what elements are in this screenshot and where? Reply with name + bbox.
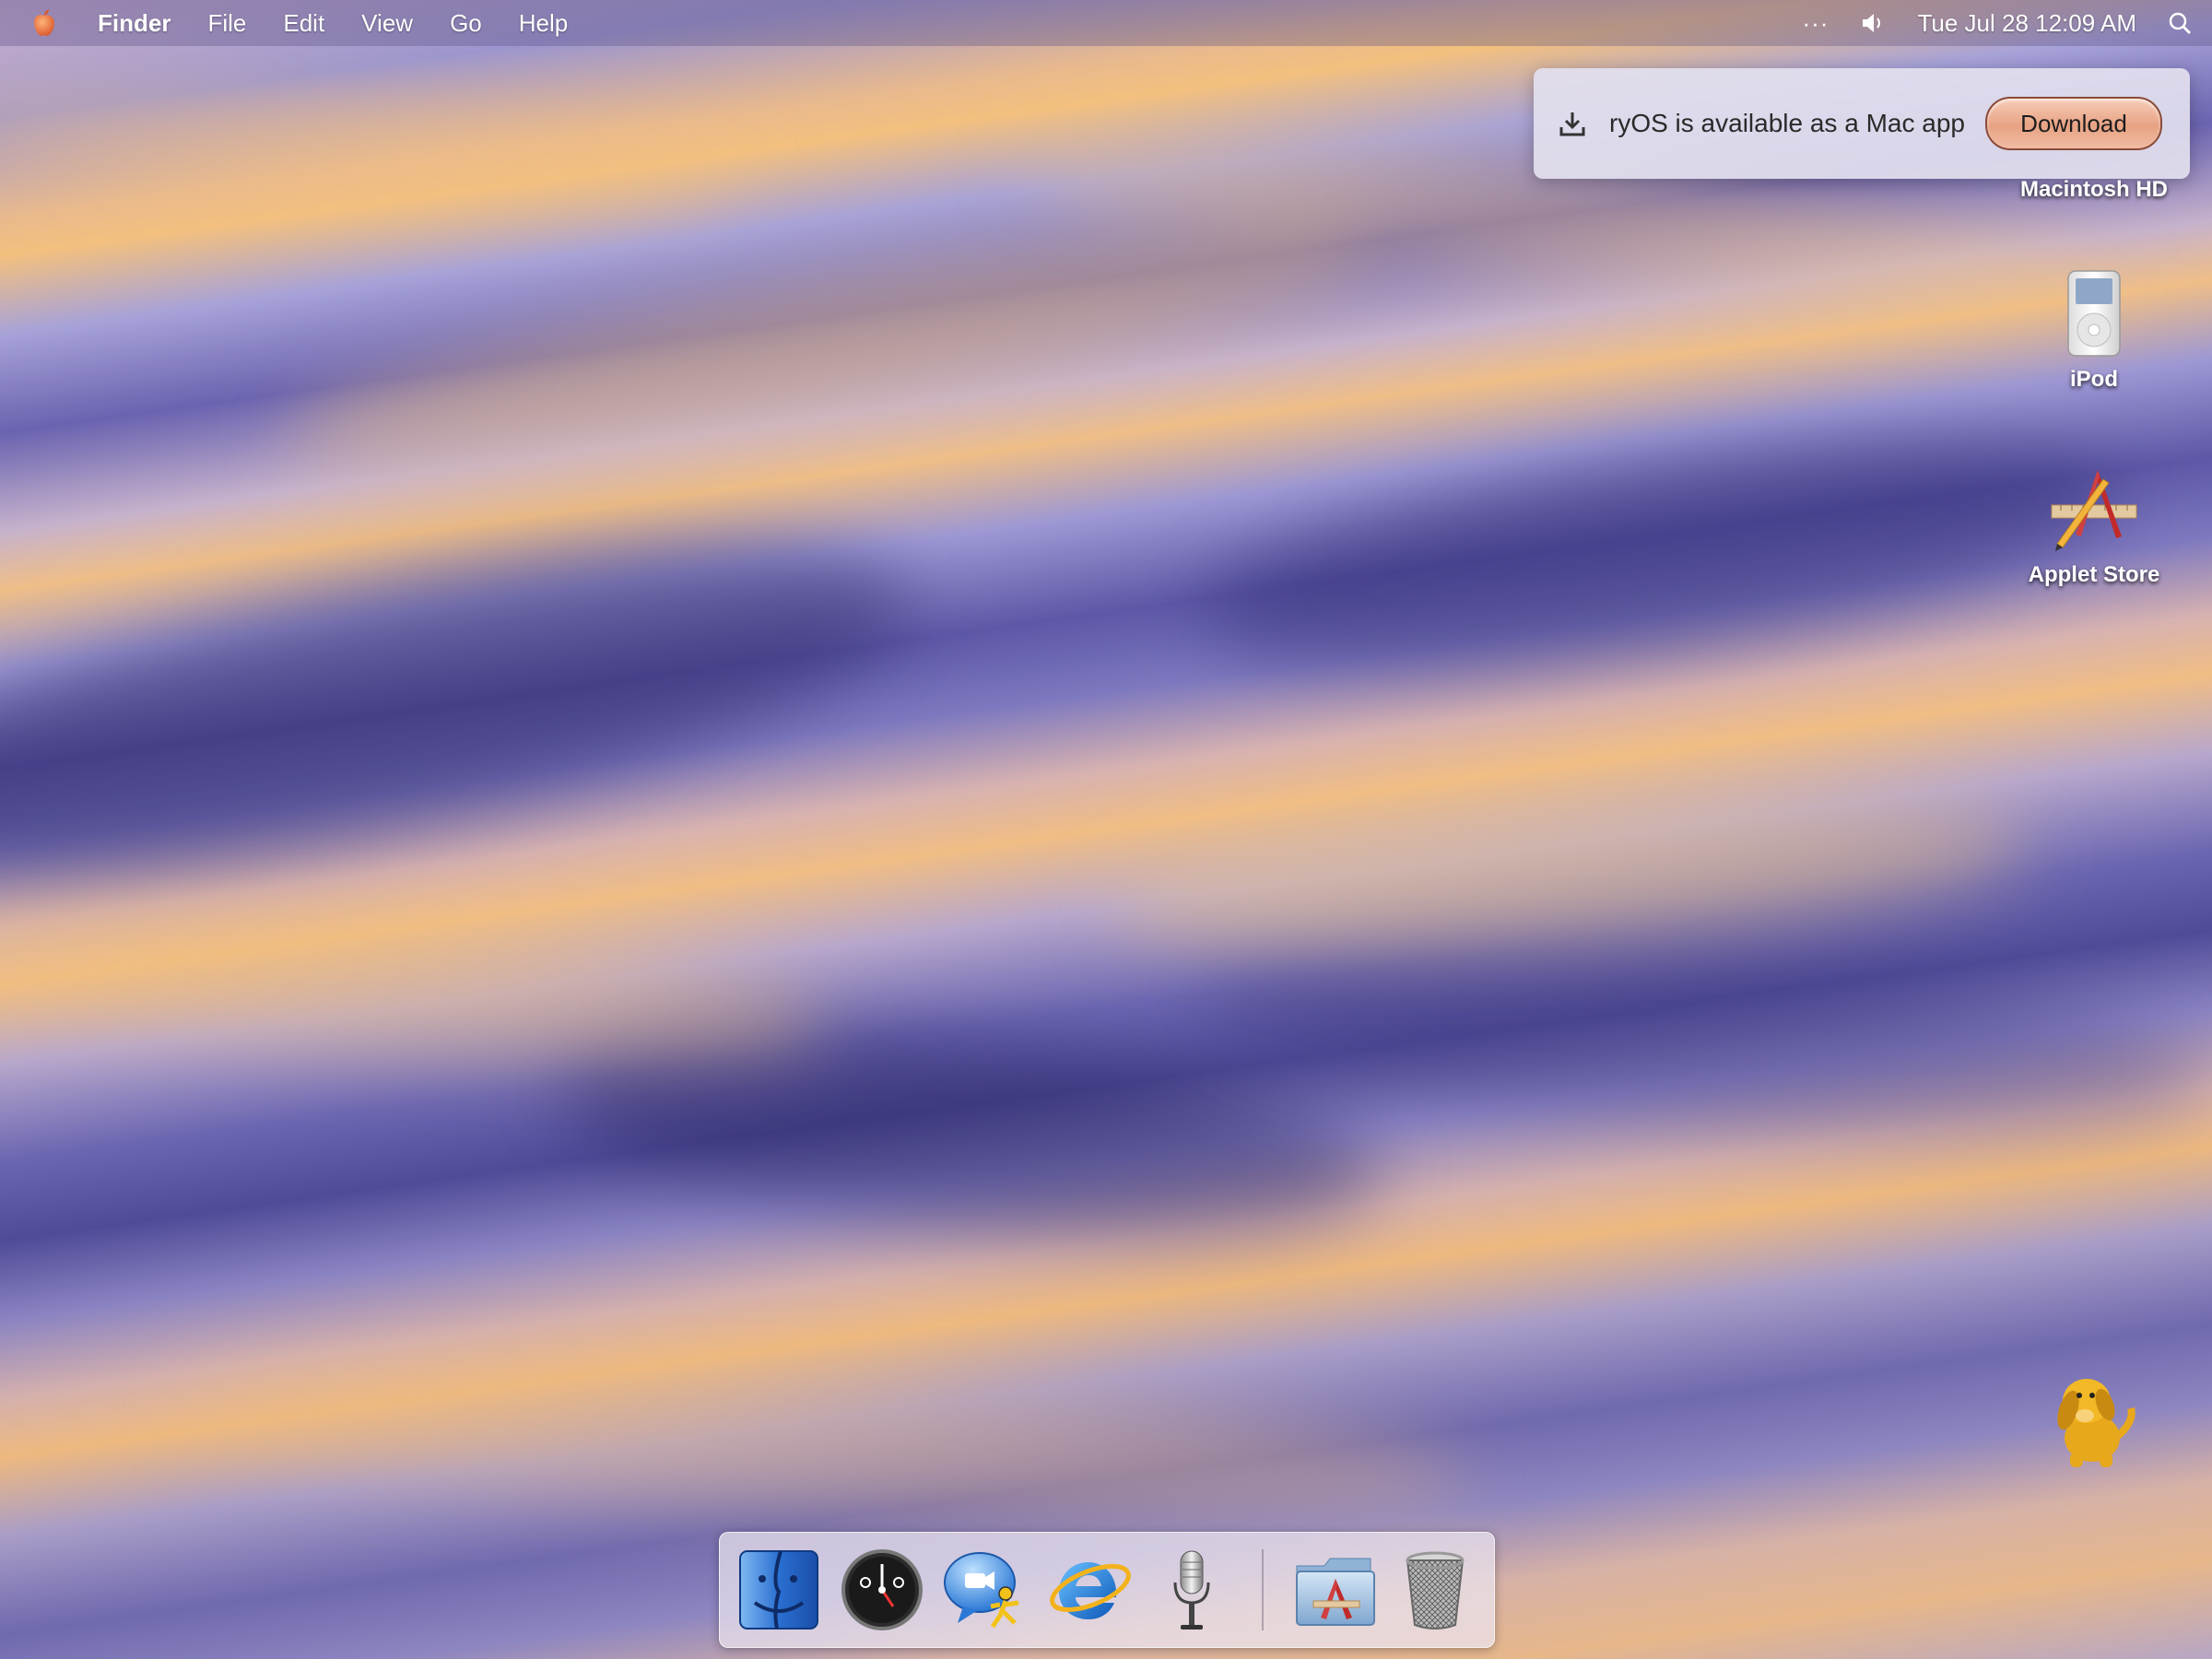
desktop-icon-applet-store[interactable]: Applet Store xyxy=(1993,463,2195,588)
menubar-clock[interactable]: Tue Jul 28 12:09 AM xyxy=(1917,9,2136,38)
spotlight-search-icon[interactable] xyxy=(2168,11,2192,35)
applet-store-icon xyxy=(2051,470,2137,551)
dashboard-icon[interactable] xyxy=(838,1546,926,1634)
ichat-icon[interactable] xyxy=(941,1546,1030,1634)
ipod-icon xyxy=(2067,270,2121,357)
dock xyxy=(719,1532,1495,1648)
download-icon xyxy=(1559,112,1585,136)
menu-file[interactable]: File xyxy=(207,9,246,38)
menu-app-name[interactable]: Finder xyxy=(98,9,171,38)
download-button[interactable]: Download xyxy=(1985,97,2162,150)
dock-separator xyxy=(1262,1549,1264,1630)
desktop-icon-label: Applet Store xyxy=(2028,562,2160,587)
desktop-icon-ipod[interactable]: iPod xyxy=(1993,267,2195,393)
trash-icon[interactable] xyxy=(1391,1546,1479,1634)
desktop-icon-macintosh-hd[interactable]: Macintosh HD xyxy=(1993,177,2195,203)
dog-assistant-icon[interactable] xyxy=(2039,1364,2138,1471)
menu-go[interactable]: Go xyxy=(450,9,482,38)
menu-view[interactable]: View xyxy=(361,9,413,38)
mac-app-notification: ryOS is available as a Mac app Download xyxy=(1534,68,2190,179)
applications-folder-icon[interactable] xyxy=(1291,1546,1380,1634)
menu-edit[interactable]: Edit xyxy=(283,9,324,38)
finder-icon[interactable] xyxy=(735,1546,823,1634)
desktop-icon-label: Macintosh HD xyxy=(2019,177,2168,202)
notification-message: ryOS is available as a Mac app xyxy=(1609,109,1965,137)
menubar-overflow-icon[interactable]: ··· xyxy=(1802,9,1829,38)
menu-help[interactable]: Help xyxy=(519,9,568,38)
menu-bar: Finder File Edit View Go Help ··· Tue Ju… xyxy=(0,0,2212,46)
desktop-icon-label: iPod xyxy=(2070,367,2118,392)
microphone-icon[interactable] xyxy=(1147,1546,1236,1634)
apple-icon[interactable] xyxy=(31,8,57,38)
internet-explorer-icon[interactable] xyxy=(1044,1546,1133,1634)
speaker-icon[interactable] xyxy=(1860,11,1886,35)
desktop-wallpaper xyxy=(0,0,2212,1659)
